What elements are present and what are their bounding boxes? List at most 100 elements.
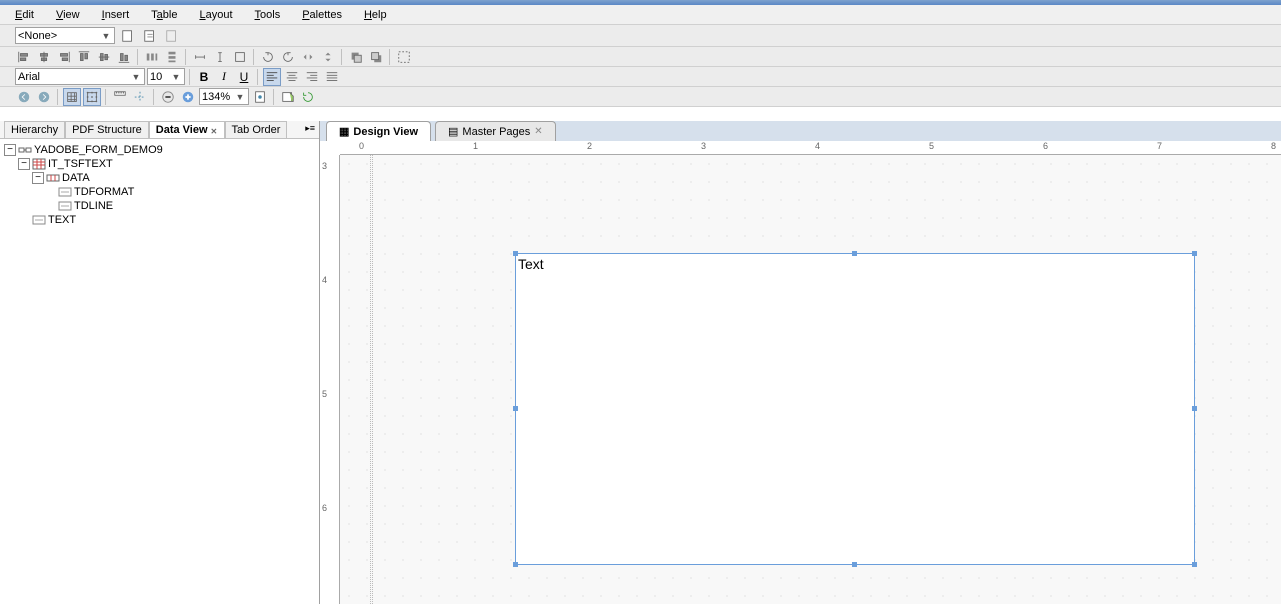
close-icon[interactable]: ✕	[211, 127, 218, 134]
show-guides-button[interactable]	[131, 88, 149, 106]
menu-tools[interactable]: Tools	[255, 9, 281, 21]
tab-design-view[interactable]: ▦Design View	[326, 121, 431, 141]
collapse-icon[interactable]: −	[32, 172, 44, 184]
tree-node[interactable]: TDFORMAT	[2, 185, 317, 199]
resize-handle[interactable]	[1192, 406, 1197, 411]
delete-style-button[interactable]	[163, 27, 181, 45]
fit-page-button[interactable]	[251, 88, 269, 106]
collapse-icon[interactable]: −	[18, 158, 30, 170]
distribute-v-button[interactable]	[163, 48, 181, 66]
fontsize-combo-input[interactable]	[150, 69, 170, 84]
resize-handle[interactable]	[513, 562, 518, 567]
tree-label: TEXT	[48, 214, 76, 226]
font-combo[interactable]: ▼	[15, 68, 145, 85]
snap-grid-button[interactable]	[83, 88, 101, 106]
align-center-button[interactable]	[35, 48, 53, 66]
connection-icon	[18, 144, 32, 156]
show-grid-button[interactable]	[63, 88, 81, 106]
show-rulers-button[interactable]	[111, 88, 129, 106]
nav-forward-button[interactable]	[35, 88, 53, 106]
distribute-h-button[interactable]	[143, 48, 161, 66]
zoom-combo-input[interactable]	[202, 89, 234, 104]
menu-view[interactable]: View	[56, 9, 80, 21]
field-icon	[58, 200, 72, 212]
tree-label: TDFORMAT	[74, 186, 134, 198]
ruler-tick: 8	[1271, 141, 1276, 151]
ruler-tick: 3	[701, 141, 706, 151]
tree-node[interactable]: −DATA	[2, 171, 317, 185]
flip-h-button[interactable]	[299, 48, 317, 66]
zoom-out-button[interactable]	[159, 88, 177, 106]
separator	[389, 49, 391, 65]
bring-front-button[interactable]	[347, 48, 365, 66]
text-align-center-button[interactable]	[283, 68, 301, 86]
tree-node[interactable]: TEXT	[2, 213, 317, 227]
nav-back-button[interactable]	[15, 88, 33, 106]
tab-master-pages[interactable]: ▤Master Pages✕	[435, 121, 556, 141]
fontsize-combo[interactable]: ▼	[147, 68, 185, 85]
resize-handle[interactable]	[852, 562, 857, 567]
panel-menu-icon[interactable]: ▸≡	[305, 123, 315, 134]
menu-layout[interactable]: Layout	[199, 9, 232, 21]
rotate-left-button[interactable]	[259, 48, 277, 66]
toolbar-style: ▼	[0, 25, 1281, 47]
underline-button[interactable]: U	[235, 68, 253, 86]
tab-tab-order[interactable]: Tab Order	[225, 121, 288, 138]
align-top-button[interactable]	[75, 48, 93, 66]
refresh-button[interactable]	[299, 88, 317, 106]
same-width-button[interactable]	[191, 48, 209, 66]
resize-handle[interactable]	[513, 251, 518, 256]
data-view-tree[interactable]: −YADOBE_FORM_DEMO9 −IT_TSFTEXT −DATA TDF…	[0, 139, 319, 604]
chevron-down-icon: ▼	[100, 31, 112, 41]
send-back-button[interactable]	[367, 48, 385, 66]
flip-v-button[interactable]	[319, 48, 337, 66]
resize-handle[interactable]	[1192, 562, 1197, 567]
text-align-justify-button[interactable]	[323, 68, 341, 86]
rotate-right-button[interactable]	[279, 48, 297, 66]
right-panel: ▦Design View ▤Master Pages✕ 0 1 2 3 4 5 …	[320, 121, 1281, 604]
style-combo-input[interactable]	[18, 28, 100, 43]
new-style-button[interactable]	[119, 27, 137, 45]
preview-button[interactable]	[279, 88, 297, 106]
menu-palettes[interactable]: Palettes	[302, 9, 342, 21]
tree-node[interactable]: −IT_TSFTEXT	[2, 157, 317, 171]
vertical-ruler[interactable]: 3 4 5 6	[320, 155, 340, 604]
collapse-icon[interactable]: −	[4, 144, 16, 156]
ruler-tick: 4	[322, 275, 327, 285]
font-combo-input[interactable]	[18, 69, 130, 84]
resize-handle[interactable]	[513, 406, 518, 411]
toolbar-font: ▼ ▼ B I U	[0, 67, 1281, 87]
same-size-button[interactable]	[231, 48, 249, 66]
close-icon[interactable]: ✕	[534, 126, 542, 137]
separator	[57, 89, 59, 105]
italic-button[interactable]: I	[215, 68, 233, 86]
align-bottom-button[interactable]	[115, 48, 133, 66]
tab-pdf-structure[interactable]: PDF Structure	[65, 121, 149, 138]
menu-table[interactable]: Table	[151, 9, 177, 21]
tab-data-view[interactable]: Data View✕	[149, 121, 225, 138]
menu-edit[interactable]: EEditdit	[15, 9, 34, 21]
tree-node-root[interactable]: −YADOBE_FORM_DEMO9	[2, 143, 317, 157]
align-right-button[interactable]	[55, 48, 73, 66]
text-align-right-button[interactable]	[303, 68, 321, 86]
align-left-button[interactable]	[15, 48, 33, 66]
tab-hierarchy[interactable]: Hierarchy	[4, 121, 65, 138]
design-canvas[interactable]: Text	[340, 155, 1281, 604]
resize-handle[interactable]	[852, 251, 857, 256]
bold-button[interactable]: B	[195, 68, 213, 86]
horizontal-ruler[interactable]: 0 1 2 3 4 5 6 7 8	[340, 141, 1281, 155]
edit-style-button[interactable]	[141, 27, 159, 45]
zoom-combo[interactable]: ▼	[199, 88, 249, 105]
separator	[105, 89, 107, 105]
same-height-button[interactable]	[211, 48, 229, 66]
menu-help[interactable]: Help	[364, 9, 387, 21]
group-button[interactable]	[395, 48, 413, 66]
resize-handle[interactable]	[1192, 251, 1197, 256]
zoom-in-button[interactable]	[179, 88, 197, 106]
text-field-object[interactable]: Text	[515, 253, 1195, 565]
align-middle-button[interactable]	[95, 48, 113, 66]
text-align-left-button[interactable]	[263, 68, 281, 86]
menu-insert[interactable]: Insert	[102, 9, 130, 21]
tree-node[interactable]: TDLINE	[2, 199, 317, 213]
style-combo[interactable]: ▼	[15, 27, 115, 44]
